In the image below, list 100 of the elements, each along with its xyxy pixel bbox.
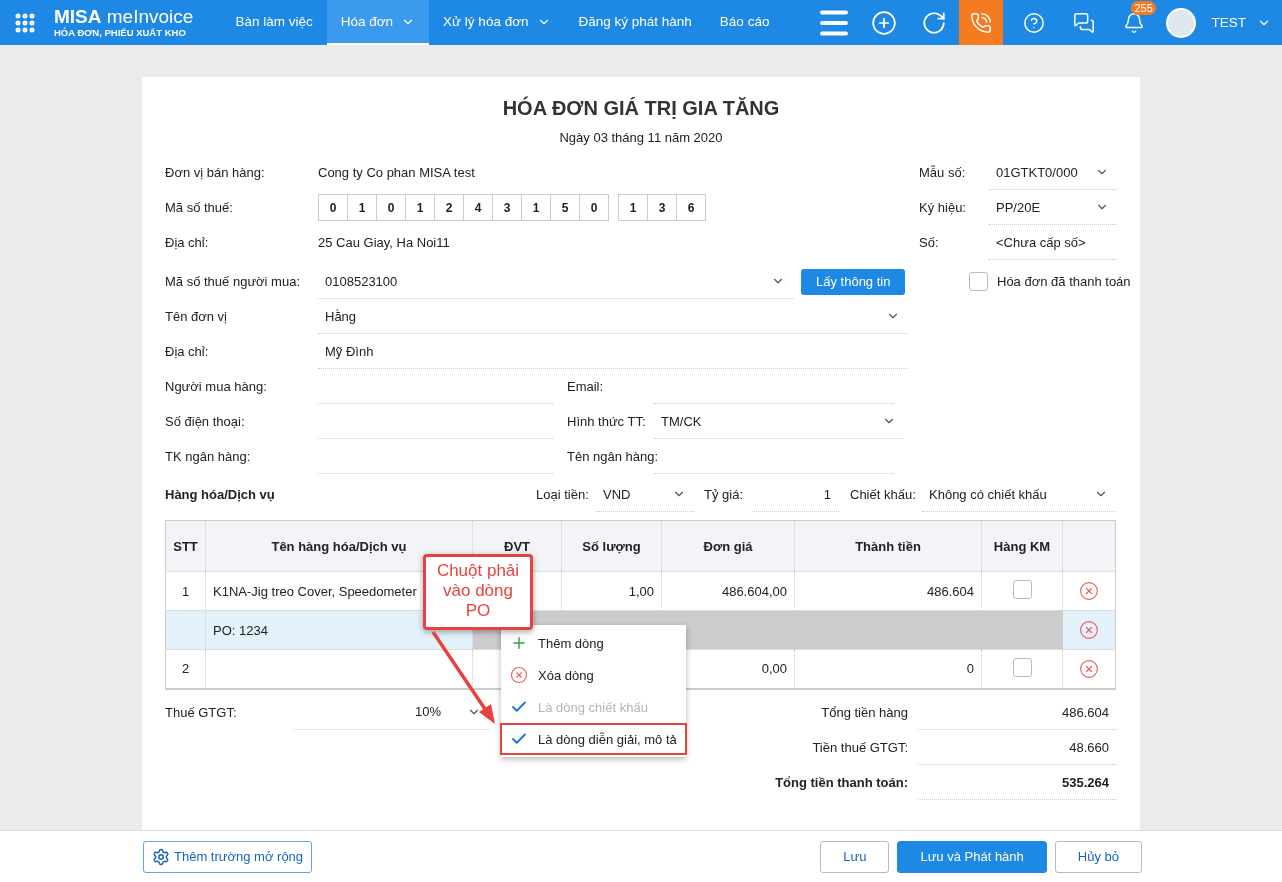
notification-badge: 255 xyxy=(1131,1,1156,15)
plus-icon xyxy=(510,634,528,652)
total-value: 486.604 xyxy=(918,694,1117,730)
address-field[interactable]: Mỹ Đình xyxy=(318,334,908,369)
field-label: Người mua hàng: xyxy=(165,379,268,394)
tax-code-digit: 0 xyxy=(318,194,348,221)
delete-row-icon[interactable] xyxy=(1079,581,1099,601)
field-label: Địa chỉ: xyxy=(165,235,210,250)
field-label: Số: xyxy=(919,235,940,250)
nav-tab[interactable]: Đăng ký phát hành xyxy=(564,0,706,45)
column-header: Đơn giá xyxy=(661,520,795,572)
menu-item-label: Xóa dòng xyxy=(538,667,594,683)
logo-subtitle: HÓA ĐƠN, PHIẾU XUẤT KHO xyxy=(54,27,187,38)
lookup-button[interactable]: Lấy thông tin xyxy=(801,268,906,295)
phone-button[interactable] xyxy=(959,0,1004,45)
checkbox-label: Hóa đơn đã thanh toán xyxy=(997,274,1131,289)
tax-code-digit: 6 xyxy=(676,194,706,221)
tax-code-digit: 0 xyxy=(579,194,609,221)
user-avatar[interactable] xyxy=(1166,7,1197,38)
currency-select[interactable]: VND xyxy=(596,477,694,512)
total-label: Tổng tiền hàng xyxy=(820,703,908,722)
column-header: STT xyxy=(165,520,206,572)
field-value: 25 Cau Giay, Ha Noi11 xyxy=(318,235,450,250)
chat-icon xyxy=(1073,11,1096,34)
field-label: Đơn vị bán hàng: xyxy=(165,165,266,180)
menu-item-label: Là dòng chiết khấu xyxy=(538,699,648,715)
select-field[interactable]: PP/20E xyxy=(989,190,1117,225)
total-label: Tiền thuế GTGT: xyxy=(811,738,908,757)
nav-tab[interactable]: Xử lý hóa đơn xyxy=(429,0,565,45)
field-label: Loại tiền: xyxy=(536,487,590,502)
help-icon xyxy=(1023,11,1046,34)
promo-checkbox[interactable] xyxy=(1012,657,1032,677)
field-label: Ký hiệu: xyxy=(919,200,967,215)
promo-checkbox[interactable] xyxy=(1012,580,1032,599)
tax-code-digit: 5 xyxy=(550,194,580,221)
tax-code-digit: 1 xyxy=(521,194,551,221)
menu-item[interactable]: Là dòng diễn giải, mô tả xyxy=(500,723,687,755)
table-cell: 1 xyxy=(165,571,206,611)
paid-checkbox[interactable] xyxy=(969,272,988,291)
bell-icon xyxy=(1123,11,1146,34)
delete-row-icon[interactable] xyxy=(1079,620,1099,640)
exchange-rate-field[interactable]: 1 xyxy=(752,477,839,512)
number-field[interactable]: <Chưa cấp số> xyxy=(989,225,1117,260)
field-value: Cong ty Co phan MISA test xyxy=(318,165,475,180)
nav-tab[interactable]: Báo cáo xyxy=(705,0,784,45)
delete-row-icon[interactable] xyxy=(1079,658,1099,679)
column-header: Số lượng xyxy=(561,520,662,572)
tax-code-digit: 0 xyxy=(376,194,406,221)
table-cell: 0 xyxy=(794,649,982,689)
column-header: Hàng KM xyxy=(981,520,1063,572)
plus-circle-icon xyxy=(871,9,898,36)
table-cell: 486.604 xyxy=(794,571,982,611)
total-label: Tổng tiền thanh toán: xyxy=(774,773,908,792)
field-label: TK ngân hàng: xyxy=(165,449,252,464)
field-label: Số điện thoại: xyxy=(165,414,246,429)
invoice-date: Ngày 03 tháng 11 năm 2020 xyxy=(558,130,724,145)
tax-code-digit: 3 xyxy=(647,194,677,221)
table-cell xyxy=(165,610,206,650)
field-label: Mã số thuế: xyxy=(165,200,234,215)
tax-code-select[interactable]: 0108523100 xyxy=(318,264,793,299)
payment-method-select[interactable]: TM/CK xyxy=(654,404,904,439)
field-label: Hình thức TT: xyxy=(566,414,647,429)
total-value: 48.660 xyxy=(918,729,1117,765)
footer-button[interactable]: Lưu và Phát hành xyxy=(897,840,1047,873)
tax-code-digit: 3 xyxy=(492,194,522,221)
extend-fields-button[interactable]: Thêm trường mở rộng xyxy=(143,840,313,873)
field-label: Mã số thuế người mua: xyxy=(165,274,301,289)
logo-title: MISA meInvoice xyxy=(54,7,194,27)
phone-icon xyxy=(970,11,993,34)
field-label: Mẫu số: xyxy=(919,165,967,180)
user-name[interactable]: TEST xyxy=(1203,15,1246,30)
section-title: Hàng hóa/Dịch vụ xyxy=(165,487,276,502)
field-label: Tên đơn vị xyxy=(165,309,228,324)
column-header: Thành tiền xyxy=(794,520,982,572)
tax-code-digit: 2 xyxy=(434,194,464,221)
tax-code-digit: 1 xyxy=(618,194,648,221)
menu-item-label: Là dòng diễn giải, mô tả xyxy=(538,731,677,747)
invoice-title: HÓA ĐƠN GIÁ TRỊ GIA TĂNG xyxy=(501,95,781,121)
field-label: Tỷ giá: xyxy=(703,487,744,502)
tax-code-digit: 1 xyxy=(405,194,435,221)
delete-icon xyxy=(510,666,528,684)
footer-button[interactable]: Lưu xyxy=(820,840,890,873)
vat-rate-select[interactable]: 10% xyxy=(294,694,489,730)
field-label: Chiết khấu: xyxy=(849,487,917,502)
nav-tab[interactable]: Bàn làm việc xyxy=(221,0,327,45)
select-field[interactable]: 01GTKT0/000 xyxy=(989,155,1117,190)
table-cell: 1,00 xyxy=(561,571,662,611)
total-value: 535.264 xyxy=(918,764,1117,800)
refresh-icon xyxy=(921,9,948,36)
table-cell: 486.604,00 xyxy=(661,571,795,611)
menu-item-label: Thêm dòng xyxy=(538,635,604,651)
field-label: Thuế GTGT: xyxy=(165,703,238,722)
field-label: Địa chỉ: xyxy=(165,344,210,359)
discount-select[interactable]: Không có chiết khấu xyxy=(922,477,1116,512)
field-label: Email: xyxy=(566,379,605,394)
table-cell: 2 xyxy=(165,649,206,689)
unit-name-select[interactable]: Hằng xyxy=(318,299,908,334)
footer-button[interactable]: Hủy bỏ xyxy=(1054,840,1142,873)
tax-code-digit: 4 xyxy=(463,194,493,221)
settings-icon xyxy=(152,847,170,866)
